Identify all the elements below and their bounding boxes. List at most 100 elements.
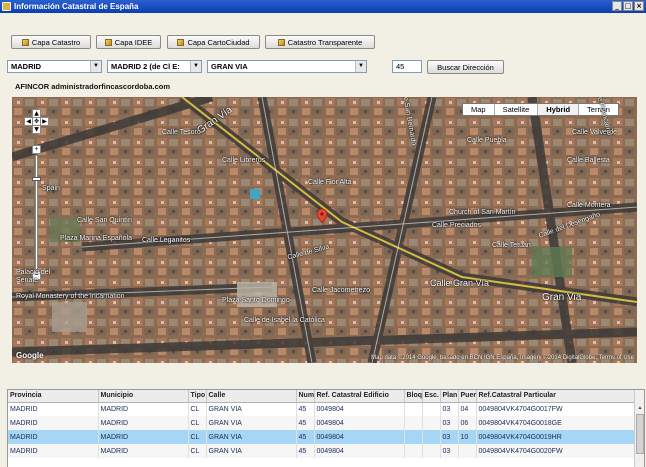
scroll-up-icon[interactable]: ▲ [635,404,644,413]
table-cell: 03 [440,402,459,416]
column-header[interactable]: Ref. Catastral Edificio [314,390,405,403]
calle-value: GRAN VIA [211,62,248,71]
table-row[interactable]: MADRID MADRID CL GRAN VIA 45 0049804 03 06 00498… [8,416,635,430]
table-cell: 45 [296,402,315,416]
table-cell: CL [188,430,207,444]
column-header[interactable]: Esc. [422,390,441,403]
catastro-transparente-button[interactable]: Catastro Transparente [265,35,375,49]
table-cell [422,402,441,416]
google-logo: Google [16,351,44,360]
map-label: Gran Via [542,292,582,303]
scroll-thumb[interactable] [636,414,644,454]
column-header[interactable]: Ref.Catastral Particular [476,390,635,403]
satellite-map[interactable]: Map Satellite Hybrid Terrain ▲ ◀ ✥ ▶ ▼ +… [12,97,637,363]
map-type-hybrid[interactable]: Hybrid [538,104,580,115]
table-cell: CL [188,444,207,458]
column-header[interactable]: Plan [440,390,459,403]
map-label: Calle Tesoro [162,129,201,136]
pan-down-icon[interactable]: ▼ [32,125,41,134]
table-cell: 45 [296,430,315,444]
column-header[interactable]: Tipo [188,390,207,403]
pan-right-icon[interactable]: ▶ [40,117,49,126]
municipio-select[interactable]: MADRID 2 (de Cl E: ▼ [107,60,202,73]
map-label: Calle Montera [567,202,611,209]
table-scrollbar[interactable]: ▲ [634,390,644,467]
table-cell: GRAN VIA [206,402,297,416]
capa-cartociudad-label: Capa CartoCiudad [187,37,250,47]
map-label: Calle de Isabel la Católica [244,317,325,324]
table-body: MADRID MADRID CL GRAN VIA 45 0049804 03 04 00498… [8,402,635,458]
window-title: Información Catastral de España [14,2,139,11]
table-cell: 0049804VK4704G0019HR [476,430,635,444]
table-cell: GRAN VIA [206,416,297,430]
column-header[interactable]: Municipio [98,390,189,403]
table-cell: MADRID [98,444,189,458]
table-cell: 04 [458,402,477,416]
chevron-down-icon[interactable]: ▼ [190,61,201,72]
table-row[interactable]: MADRID MADRID CL GRAN VIA 45 0049804 03 0049804… [8,444,635,458]
map-label: Royal Monastery of the Incarnation [16,293,125,300]
location-pin-icon[interactable] [317,209,327,223]
chevron-down-icon[interactable]: ▼ [90,61,101,72]
provincia-select[interactable]: MADRID ▼ [7,60,102,73]
map-label: Palacio del [16,269,51,276]
table-cell: 03 [440,416,459,430]
municipio-value: MADRID 2 (de Cl E: [111,62,180,71]
results-table: Provincia Municipio Tipo Calle Num Ref. Catas… [7,389,645,467]
table-cell [422,416,441,430]
map-type-control: Map Satellite Hybrid Terrain [462,103,619,116]
catastro-transparente-label: Catastro Transparente [287,37,363,47]
table-row[interactable]: MADRID MADRID CL GRAN VIA 45 0049804 03 10 00498… [8,430,635,444]
zoom-in-icon[interactable]: + [32,145,41,154]
table-cell [422,430,441,444]
map-label: Church of San Martín [449,209,516,216]
map-label: Calle Flor Alta [308,179,352,186]
app-icon [2,2,11,11]
map-attribution[interactable]: Map data ©2014 Google, basado en BCN IGN… [371,355,634,361]
table-cell: GRAN VIA [206,430,297,444]
layer-icon [104,38,112,46]
table-cell: 03 [440,444,459,458]
zoom-track[interactable] [35,155,38,270]
layer-icon [21,38,29,46]
app-body: Capa Catastro Capa IDEE Capa CartoCiudad… [0,13,646,467]
capa-catastro-button[interactable]: Capa Catastro [11,35,91,49]
maximize-button[interactable]: □ [623,1,633,11]
table-cell [404,430,423,444]
map-label: Senate [16,277,39,284]
column-header[interactable]: Num [296,390,315,403]
map-label: Spain [42,185,60,192]
table-cell: 06 [458,416,477,430]
numero-input[interactable]: 45 [392,60,422,73]
title-bar: Información Catastral de España _ □ × [0,0,646,13]
minimize-button[interactable]: _ [612,1,622,11]
capa-cartociudad-button[interactable]: Capa CartoCiudad [167,35,260,49]
column-header[interactable]: Puer [458,390,477,403]
layer-icon [177,38,185,46]
close-button[interactable]: × [634,1,644,11]
buscar-direccion-button[interactable]: Buscar Dirección [427,60,504,74]
table-cell [404,402,423,416]
chevron-down-icon[interactable]: ▼ [355,61,366,72]
capa-idee-button[interactable]: Capa IDEE [96,35,161,49]
zoom-thumb[interactable] [32,177,41,182]
map-type-map[interactable]: Map [463,104,495,115]
address-caption: AFINCOR administradorfincascordoba.com [15,82,171,91]
column-header[interactable]: Calle [206,390,297,403]
map-label: Calle Ballesta [567,157,610,164]
map-label: Calle Puebla [467,137,507,144]
calle-select[interactable]: GRAN VIA ▼ [207,60,367,73]
table-cell: 10 [458,430,477,444]
map-label: Calle Tetuán [492,242,531,249]
provincia-value: MADRID [11,62,41,71]
map-type-satellite[interactable]: Satellite [495,104,539,115]
map-label: Plaza Marina Española [60,235,132,242]
column-header[interactable]: Bloq [404,390,423,403]
table-cell [458,444,477,458]
table-cell: CL [188,416,207,430]
table-cell: MADRID [8,430,99,444]
capa-idee-label: Capa IDEE [114,37,153,47]
layer-icon [277,38,285,46]
column-header[interactable]: Provincia [8,390,99,403]
table-row[interactable]: MADRID MADRID CL GRAN VIA 45 0049804 03 04 00498… [8,402,635,416]
